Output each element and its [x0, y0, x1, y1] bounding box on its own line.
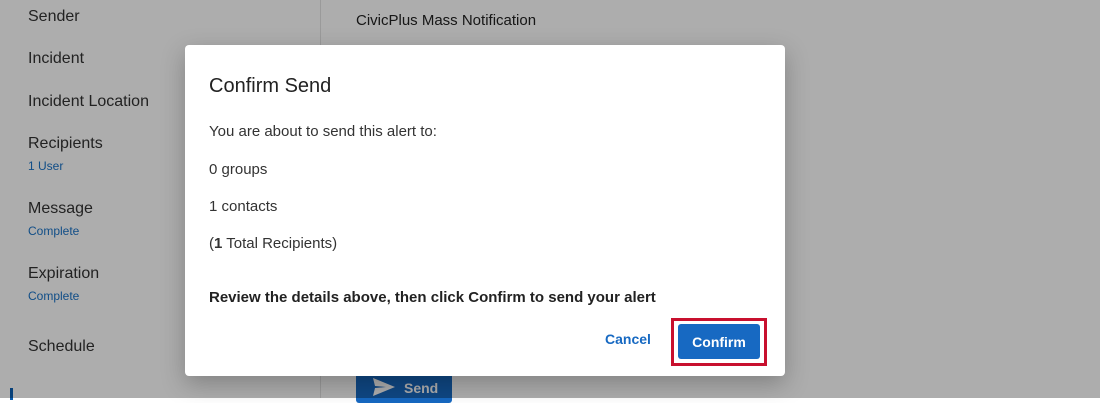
review-instruction: Review the details above, then click Con… — [209, 289, 656, 306]
dialog-intro: You are about to send this alert to: — [209, 123, 437, 140]
dialog-title: Confirm Send — [209, 75, 332, 97]
contacts-count: 1 contacts — [209, 198, 278, 215]
total-recipients: (1 Total Recipients) — [209, 235, 337, 252]
groups-count: 0 groups — [209, 161, 268, 178]
confirm-button[interactable]: Confirm — [678, 324, 760, 359]
confirm-send-dialog: Confirm Send You are about to send this … — [185, 45, 785, 376]
total-rest: Total Recipients) — [222, 235, 338, 252]
cancel-button[interactable]: Cancel — [605, 331, 651, 347]
